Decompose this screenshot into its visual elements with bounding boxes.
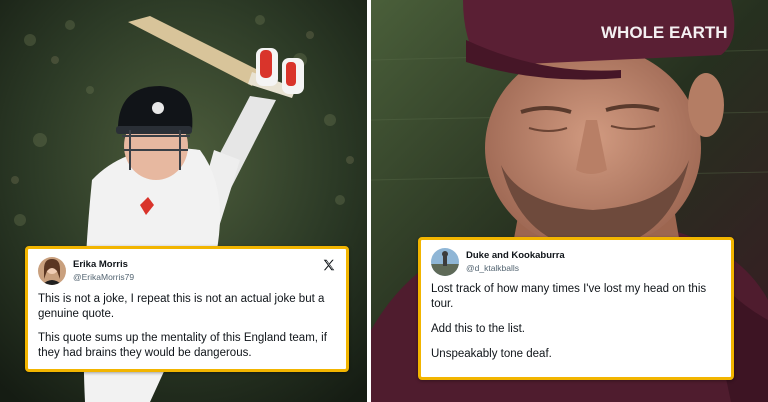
tweet-header: Duke and Kookaburra @d_ktalkballs [431, 247, 721, 279]
cap-brand-text: WHOLE EARTH [601, 23, 728, 42]
avatar [431, 248, 459, 276]
display-name[interactable]: Erika Morris [73, 259, 134, 271]
tweet-header: Erika Morris @ErikaMorris79 [38, 256, 336, 288]
tweet-paragraph: This is not a joke, I repeat this is not… [38, 293, 325, 320]
tweet-card-duke-and-kookaburra[interactable]: Duke and Kookaburra @d_ktalkballs Lost t… [418, 237, 734, 380]
tweet-text: Lost track of how many times I've lost m… [431, 282, 721, 362]
handle[interactable]: @d_ktalkballs [466, 262, 565, 274]
right-photo-panel: WHOLE EARTH Duke and Kookaburra @d_ktalk… [371, 0, 768, 402]
tweet-text: This is not a joke, I repeat this is not… [38, 292, 336, 361]
handle[interactable]: @ErikaMorris79 [73, 271, 134, 283]
display-name[interactable]: Duke and Kookaburra [466, 250, 565, 262]
tweet-card-erika-morris[interactable]: Erika Morris @ErikaMorris79 This is not … [25, 246, 349, 372]
tweet-paragraph: Lost track of how many times I've lost m… [431, 283, 707, 310]
tweet-paragraph: Add this to the list. [431, 323, 525, 335]
tweet-paragraph: Unspeakably tone deaf. [431, 348, 552, 360]
avatar [38, 257, 66, 285]
x-logo-icon[interactable] [322, 258, 336, 272]
tweet-paragraph: This quote sums up the mentality of this… [38, 332, 327, 359]
left-photo-panel: Erika Morris @ErikaMorris79 This is not … [0, 0, 367, 402]
